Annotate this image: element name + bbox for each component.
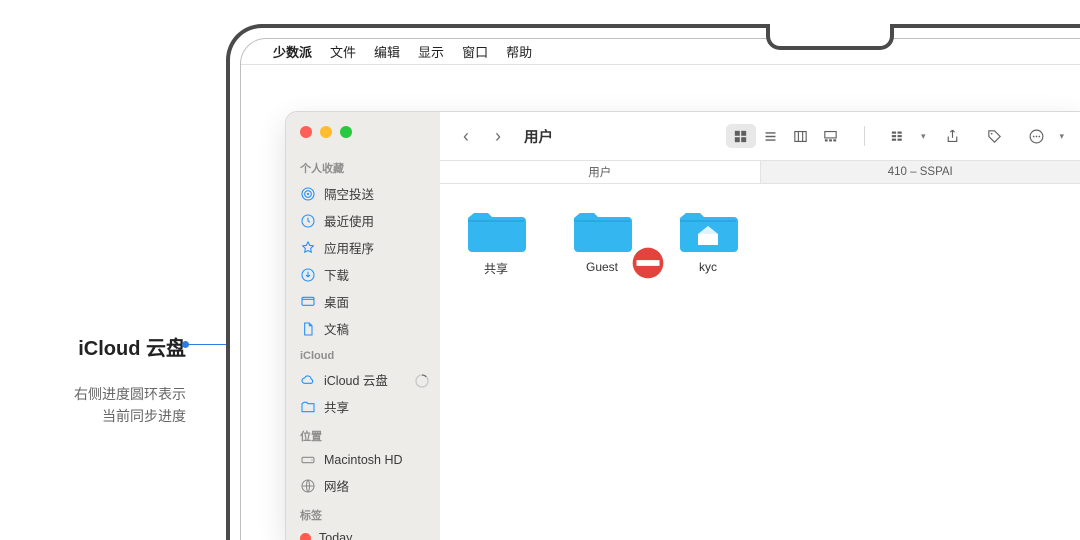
- airdrop-icon: [300, 186, 316, 202]
- sidebar-item-shared[interactable]: 共享: [296, 393, 432, 420]
- tags-button[interactable]: [979, 124, 1009, 148]
- sidebar-item-documents[interactable]: 文稿: [296, 315, 432, 342]
- menubar-item-help[interactable]: 帮助: [506, 42, 532, 61]
- tab-bar: 用户 410 – SSPAI: [440, 160, 1080, 184]
- tab-410-sspai[interactable]: 410 – SSPAI: [761, 161, 1080, 183]
- toolbar: ‹ › 用户 ▾ ▾: [440, 112, 1080, 160]
- fullscreen-button[interactable]: [340, 126, 352, 138]
- callout-desc: 右侧进度圆环表示 当前同步进度: [36, 383, 186, 428]
- desktop-icon: [300, 294, 316, 310]
- sync-progress-icon: [414, 373, 428, 387]
- finder-content: ‹ › 用户 ▾ ▾: [440, 112, 1080, 540]
- chevron-down-icon: ▾: [1059, 131, 1064, 142]
- view-columns-button[interactable]: [786, 124, 816, 148]
- chevron-down-icon: ▾: [921, 131, 926, 142]
- sidebar-item-applications[interactable]: 应用程序: [296, 234, 432, 261]
- laptop-frame: 少数派 文件 编辑 显示 窗口 帮助 个人收藏 隔空投送: [226, 24, 1080, 540]
- toolbar-title: 用户: [524, 126, 553, 147]
- menubar-item-file[interactable]: 文件: [330, 42, 356, 61]
- applications-icon: [300, 240, 316, 256]
- laptop-notch: [766, 24, 894, 50]
- window-controls: [296, 126, 432, 138]
- callout-title: iCloud 云盘: [36, 332, 186, 361]
- cloud-icon: [300, 372, 316, 388]
- sidebar-item-downloads[interactable]: 下载: [296, 261, 432, 288]
- nav-forward-button[interactable]: ›: [488, 126, 508, 147]
- view-switcher: [726, 124, 846, 148]
- menubar-item-view[interactable]: 显示: [418, 42, 444, 61]
- folder-guest[interactable]: Guest: [566, 208, 638, 274]
- sidebar-section-favorites: 个人收藏: [300, 160, 432, 176]
- sidebar-item-macintosh-hd[interactable]: Macintosh HD: [296, 448, 432, 472]
- home-folder-icon: [678, 208, 738, 254]
- close-button[interactable]: [300, 126, 312, 138]
- menubar-item-edit[interactable]: 编辑: [374, 42, 400, 61]
- view-icons-button[interactable]: [726, 124, 756, 148]
- menubar-item-window[interactable]: 窗口: [462, 42, 488, 61]
- view-gallery-button[interactable]: [816, 124, 846, 148]
- menubar-app[interactable]: 少数派: [273, 42, 312, 61]
- nav-back-button[interactable]: ‹: [456, 126, 476, 147]
- document-icon: [300, 321, 316, 337]
- more-button[interactable]: [1021, 124, 1051, 148]
- sidebar-item-desktop[interactable]: 桌面: [296, 288, 432, 315]
- menubar: 少数派 文件 编辑 显示 窗口 帮助: [241, 39, 1080, 65]
- view-list-button[interactable]: [756, 124, 786, 148]
- file-grid: 共享 Guest kyc: [440, 184, 1080, 540]
- folder-icon: [572, 208, 632, 254]
- minimize-button[interactable]: [320, 126, 332, 138]
- harddrive-icon: [300, 452, 316, 468]
- folder-kyc[interactable]: kyc: [672, 208, 744, 274]
- sidebar-tag-today[interactable]: Today: [296, 527, 432, 540]
- sidebar-section-icloud: iCloud: [300, 350, 432, 362]
- tag-dot-red: [300, 533, 311, 540]
- shared-folder-icon: [300, 399, 316, 415]
- sidebar-section-tags: 标签: [300, 507, 432, 523]
- sidebar-item-network[interactable]: 网络: [296, 472, 432, 499]
- folder-shared[interactable]: 共享: [460, 208, 532, 277]
- folder-icon: [466, 208, 526, 254]
- download-icon: [300, 267, 316, 283]
- finder-window: 个人收藏 隔空投送 最近使用 应用程序 下载: [285, 111, 1080, 540]
- globe-icon: [300, 478, 316, 494]
- tab-users[interactable]: 用户: [440, 161, 761, 183]
- sidebar-item-airdrop[interactable]: 隔空投送: [296, 180, 432, 207]
- sidebar: 个人收藏 隔空投送 最近使用 应用程序 下载: [286, 112, 440, 540]
- no-access-badge-icon: [618, 240, 634, 256]
- sidebar-item-recents[interactable]: 最近使用: [296, 207, 432, 234]
- callout: iCloud 云盘 右侧进度圆环表示 当前同步进度: [36, 332, 186, 428]
- sidebar-item-icloud-drive[interactable]: iCloud 云盘: [296, 366, 432, 393]
- clock-icon: [300, 213, 316, 229]
- share-button[interactable]: [937, 124, 967, 148]
- sidebar-section-locations: 位置: [300, 428, 432, 444]
- group-by-button[interactable]: [883, 124, 913, 148]
